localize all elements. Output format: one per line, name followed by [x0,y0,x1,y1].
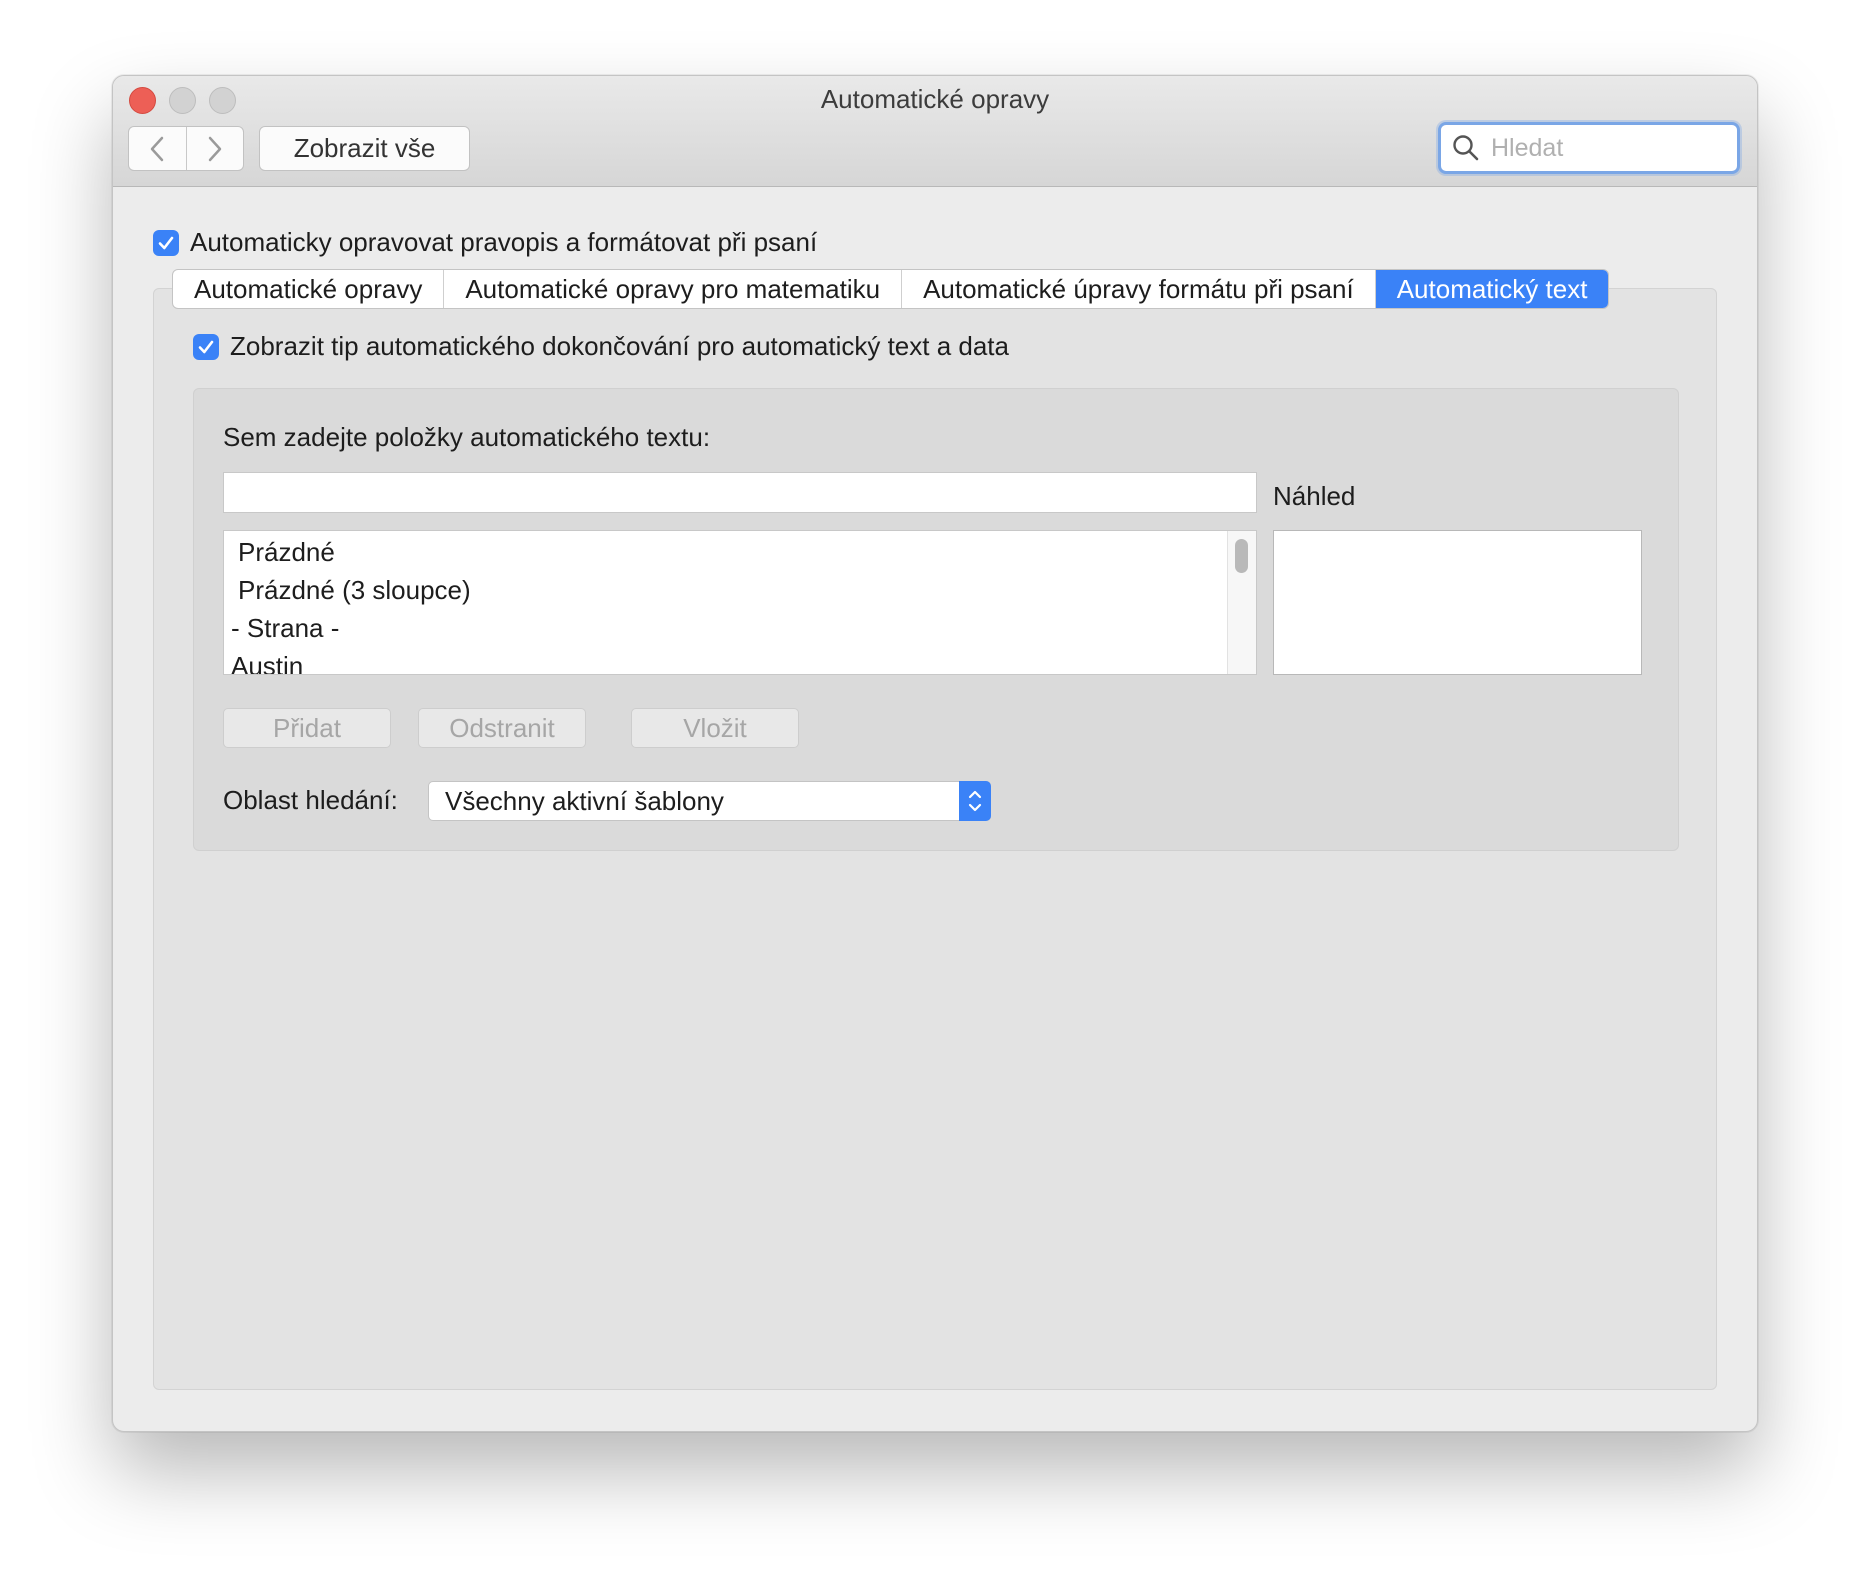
back-button[interactable] [129,127,187,170]
search-scope-label: Oblast hledání: [223,785,398,815]
autotext-entry-input[interactable] [223,472,1257,513]
list-item[interactable]: Prázdné (3 sloupce) [238,575,471,606]
chevron-left-icon [151,136,164,161]
tab-math-autocorrect[interactable]: Automatické opravy pro matematiku [444,270,903,308]
search-scope-select[interactable]: Všechny aktivní šablony [428,781,991,821]
search-scope-value: Všechny aktivní šablony [445,786,724,816]
tab-autocorrect[interactable]: Automatické opravy [173,270,445,308]
list-item[interactable]: Prázdné [238,537,335,568]
window-title: Automatické opravy [820,84,1050,114]
search-icon [1453,135,1479,161]
autocomplete-tip-label: Zobrazit tip automatického dokončování p… [230,331,1009,361]
title-bar: Automatické opravy Zobrazit vše [113,76,1757,187]
nav-button-group [128,126,244,171]
list-item[interactable]: - Strana - [231,613,339,644]
preview-label: Náhled [1273,481,1356,511]
search-field[interactable] [1438,122,1740,174]
list-scrollbar[interactable] [1227,531,1256,674]
autotext-list[interactable]: Prázdné Prázdné (3 sloupce) - Strana - A… [223,530,1257,675]
tab-bar: Automatické opravy Automatické opravy pr… [172,269,1610,309]
auto-correct-label: Automaticky opravovat pravopis a formáto… [190,227,818,257]
autocorrect-window: Automatické opravy Zobrazit vše Automati… [112,75,1758,1432]
add-button[interactable]: Přidat [223,708,391,748]
search-input[interactable] [1489,132,1723,164]
scrollbar-thumb[interactable] [1235,539,1248,573]
chevron-right-icon [208,136,221,161]
insert-button[interactable]: Vložit [631,708,799,748]
remove-button[interactable]: Odstranit [418,708,586,748]
tab-autotext[interactable]: Automatický text [1375,270,1609,308]
show-all-button[interactable]: Zobrazit vše [259,126,470,171]
checkmark-icon [158,236,174,250]
tab-autoformat[interactable]: Automatické úpravy formátu při psaní [902,270,1376,308]
checkmark-icon [198,340,214,354]
auto-correct-checkbox[interactable] [153,230,179,256]
autocomplete-tip-checkbox[interactable] [193,334,219,360]
preview-box [1273,530,1642,675]
forward-button[interactable] [187,127,244,170]
list-item[interactable]: Austin [231,651,303,674]
up-down-chevron-icon [959,781,991,821]
entries-label: Sem zadejte položky automatického textu: [223,422,711,452]
